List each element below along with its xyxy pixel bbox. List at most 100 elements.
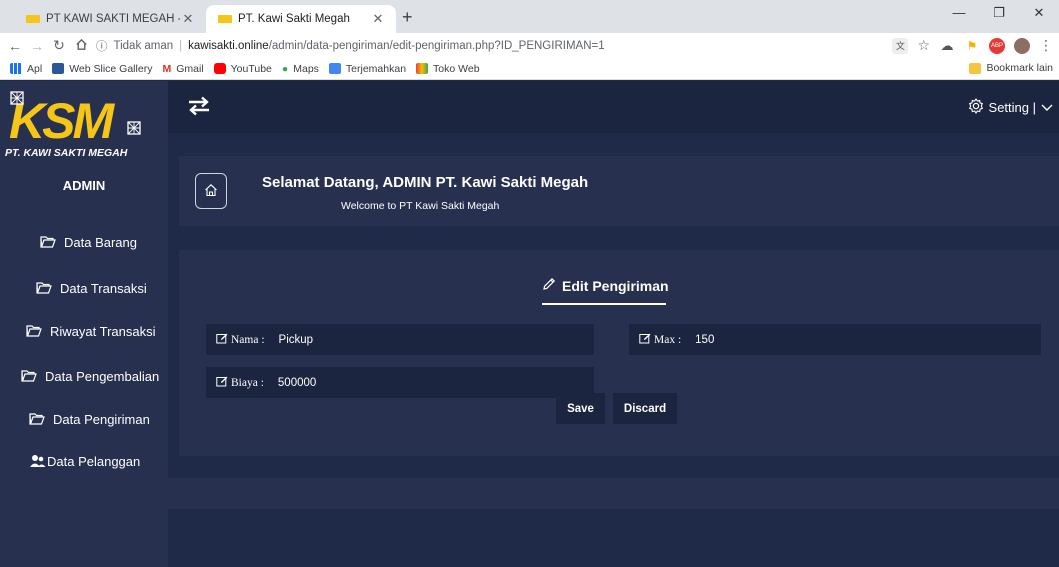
forward-icon[interactable]: → xyxy=(26,38,48,54)
info-icon[interactable]: ⓘ xyxy=(96,38,108,54)
star-icon[interactable]: ☆ xyxy=(917,37,930,54)
users-icon xyxy=(30,454,46,468)
sidebar-item-label: Data Pengembalian xyxy=(45,368,160,384)
bookmark-web-store[interactable]: Toko Web xyxy=(416,63,480,75)
sidebar-item-data-barang[interactable]: Data Barang xyxy=(0,228,168,256)
bookmark-web-slice[interactable]: Web Slice Gallery xyxy=(52,63,152,75)
bookmarks-bar: Apl Web Slice Gallery M Gmail YouTube ● … xyxy=(0,58,1059,80)
home-icon xyxy=(204,183,218,200)
pencil-icon xyxy=(542,277,556,294)
minimize-icon[interactable]: — xyxy=(939,0,979,30)
title-underline xyxy=(542,303,666,305)
address-bar: ← → ↻ ⓘ Tidak aman | kawisakti.online /a… xyxy=(0,33,1059,58)
menu-icon[interactable]: ⋮ xyxy=(1039,37,1053,54)
sidebar-item-label: Data Pelanggan xyxy=(47,453,141,469)
profile-avatar-icon[interactable] xyxy=(1014,37,1030,54)
youtube-icon xyxy=(213,63,226,74)
bookmark-maps[interactable]: ● Maps xyxy=(282,63,319,75)
edit-icon xyxy=(639,333,651,347)
logo-subtitle: PT. KAWI SAKTI MEGAH xyxy=(5,147,128,159)
max-label: Max : xyxy=(639,333,681,347)
save-button[interactable]: Save xyxy=(556,393,605,424)
browser-tab[interactable]: PT KAWI SAKTI MEGAH - Constru ✕ xyxy=(14,5,206,33)
flag-icon[interactable]: ⚑ xyxy=(964,37,980,54)
browser-tab-title: PT KAWI SAKTI MEGAH - Constru xyxy=(46,13,180,25)
browser-tab-title: PT. Kawi Sakti Megah xyxy=(238,13,350,25)
restore-icon[interactable]: ❐ xyxy=(979,0,1019,30)
gear-icon xyxy=(968,97,984,117)
web-store-icon xyxy=(416,63,429,74)
chevron-down-icon xyxy=(1041,100,1053,115)
welcome-card: Selamat Datang, ADMIN PT. Kawi Sakti Meg… xyxy=(179,156,1059,226)
bookmark-gmail[interactable]: M Gmail xyxy=(162,63,203,75)
browser-tab-active[interactable]: PT. Kawi Sakti Megah ✕ xyxy=(206,5,396,33)
biaya-field[interactable]: Biaya : 500000 xyxy=(206,367,594,398)
sidebar-item-label: Data Pengiriman xyxy=(53,411,150,427)
window-close-icon[interactable]: ✕ xyxy=(1019,0,1059,30)
max-value[interactable]: 150 xyxy=(695,334,714,346)
adblock-icon[interactable]: ABP xyxy=(989,37,1005,54)
max-field[interactable]: Max : 150 xyxy=(629,324,1041,355)
security-status: Tidak aman xyxy=(113,39,174,52)
home-button[interactable] xyxy=(195,173,227,209)
sidebar: KSM PT. KAWI SAKTI MEGAH ADMIN Data Bara… xyxy=(0,81,168,567)
discard-button[interactable]: Discard xyxy=(613,393,677,424)
nama-label: Nama : xyxy=(216,333,265,347)
browser-tab-bar: PT KAWI SAKTI MEGAH - Constru ✕ PT. Kawi… xyxy=(0,0,1059,33)
cloud-icon[interactable]: ☁ xyxy=(939,37,955,54)
folder-open-icon xyxy=(29,412,45,426)
url-path: /admin/data-pengiriman/edit-pengiriman.p… xyxy=(268,39,605,52)
translate-icon[interactable]: 文 xyxy=(892,37,909,54)
admin-label: ADMIN xyxy=(62,178,106,193)
welcome-subtitle: Welcome to PT Kawi Sakti Megah xyxy=(341,200,500,212)
edit-icon xyxy=(216,333,228,347)
bookmark-other[interactable]: Bookmark lain xyxy=(969,62,1053,74)
form-title-label: Edit Pengiriman xyxy=(562,277,669,294)
new-tab-icon[interactable]: + xyxy=(402,7,413,28)
ksm-favicon-icon xyxy=(218,15,232,23)
close-icon[interactable]: ✕ xyxy=(370,11,386,27)
sidebar-item-riwayat-transaksi[interactable]: Riwayat Transaksi xyxy=(0,317,168,345)
setting-label: Setting | xyxy=(988,100,1036,115)
nama-value[interactable]: Pickup xyxy=(279,334,314,346)
swap-arrows-icon[interactable] xyxy=(188,96,210,119)
url-field[interactable]: ⓘ Tidak aman | kawisakti.online /admin/d… xyxy=(96,35,959,56)
folder-open-icon xyxy=(21,369,37,383)
sidebar-item-data-pelanggan[interactable]: Data Pelanggan xyxy=(0,447,168,475)
window-controls: — ❐ ✕ xyxy=(939,0,1059,30)
setting-menu[interactable]: Setting | xyxy=(968,97,1053,117)
gmail-icon: M xyxy=(162,62,172,75)
map-pin-icon: ● xyxy=(281,62,289,75)
svg-text:KSM: KSM xyxy=(9,93,115,149)
home-icon[interactable] xyxy=(70,38,92,54)
web-slice-icon xyxy=(52,63,65,74)
form-title: Edit Pengiriman xyxy=(542,277,669,294)
biaya-label: Biaya : xyxy=(216,376,264,390)
sidebar-item-label: Riwayat Transaksi xyxy=(50,323,156,339)
close-icon[interactable]: ✕ xyxy=(180,11,196,27)
folder-open-icon xyxy=(40,235,56,249)
footer-strip xyxy=(168,478,1059,509)
biaya-value[interactable]: 500000 xyxy=(278,377,316,389)
back-icon[interactable]: ← xyxy=(4,38,26,54)
bookmark-apps[interactable]: Apl xyxy=(10,63,42,75)
folder-open-icon xyxy=(26,324,42,338)
bookmark-translate[interactable]: Terjemahkan xyxy=(328,63,406,75)
ksm-logo: KSM PT. KAWI SAKTI MEGAH xyxy=(5,86,145,164)
translate-icon xyxy=(328,63,341,74)
bookmark-youtube[interactable]: YouTube xyxy=(213,63,272,75)
welcome-title: Selamat Datang, ADMIN PT. Kawi Sakti Meg… xyxy=(262,174,589,191)
reload-icon[interactable]: ↻ xyxy=(48,37,70,54)
sidebar-item-data-pengembalian[interactable]: Data Pengembalian xyxy=(0,362,168,390)
url-host: kawisakti.online xyxy=(188,39,269,52)
folder-open-icon xyxy=(36,281,52,295)
edit-form-panel: Edit Pengiriman Nama : Pickup Max : 150 xyxy=(179,250,1059,456)
sidebar-item-data-transaksi[interactable]: Data Transaksi xyxy=(0,274,168,302)
sidebar-item-data-pengiriman[interactable]: Data Pengiriman xyxy=(0,405,168,433)
main-content: Selamat Datang, ADMIN PT. Kawi Sakti Meg… xyxy=(168,133,1059,567)
edit-icon xyxy=(216,376,228,390)
sidebar-item-label: Data Transaksi xyxy=(60,280,147,296)
folder-icon xyxy=(969,62,982,74)
apps-grid-icon xyxy=(10,63,22,74)
nama-field[interactable]: Nama : Pickup xyxy=(206,324,594,355)
